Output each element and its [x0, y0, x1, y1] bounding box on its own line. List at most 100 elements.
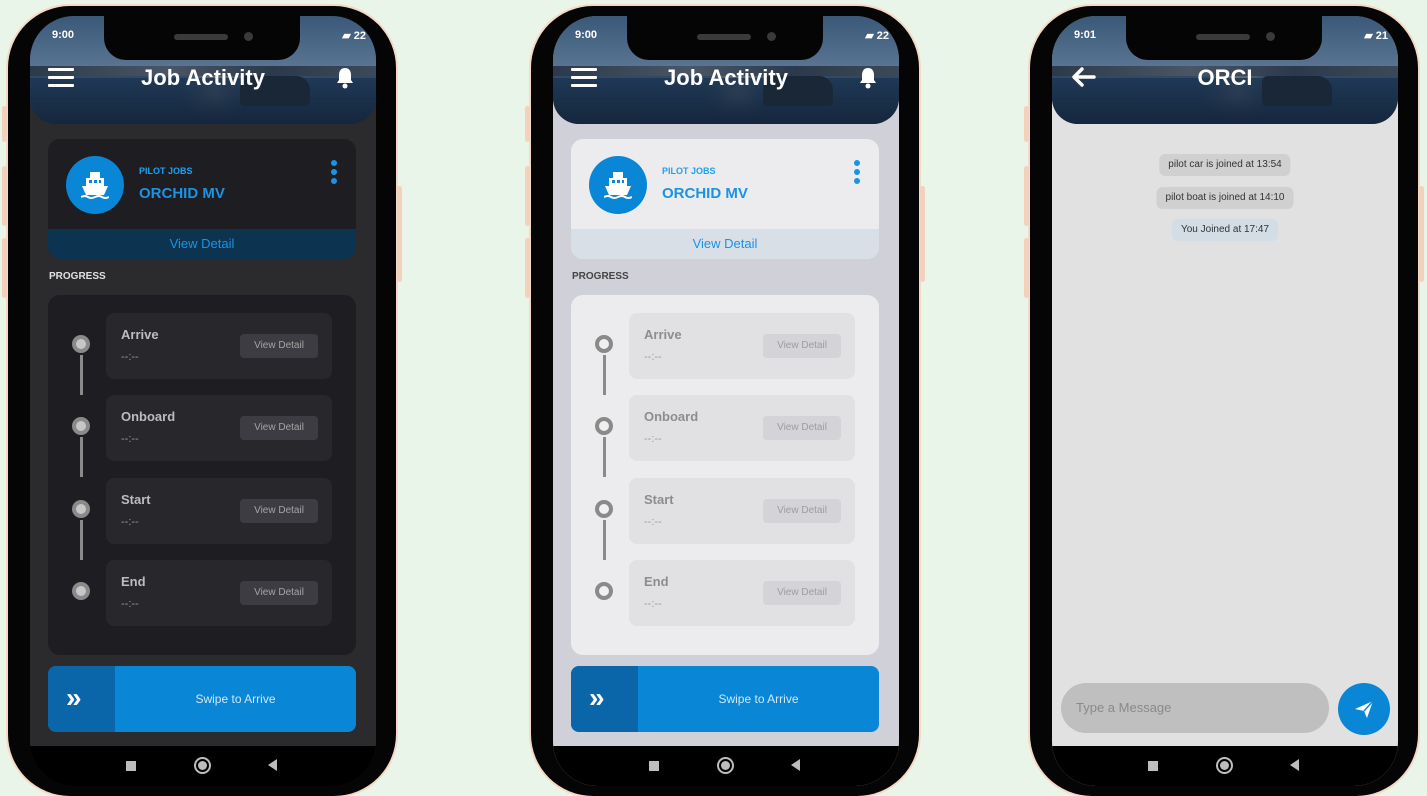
camera-notch [1126, 16, 1322, 60]
bell-icon[interactable] [857, 66, 879, 90]
battery-level: ▰ 22 [865, 30, 889, 42]
more-vert-icon[interactable] [331, 160, 337, 184]
home-icon[interactable] [194, 757, 211, 774]
side-button [1024, 238, 1029, 298]
system-message: pilot boat is joined at 14:10 [1156, 187, 1294, 209]
step-time: --:-- [121, 516, 139, 528]
android-nav-bar [553, 746, 899, 786]
back-icon[interactable] [791, 759, 800, 771]
step-view-detail-button[interactable]: View Detail [763, 416, 841, 440]
android-nav-bar [1052, 746, 1398, 786]
step-time: --:-- [644, 598, 662, 610]
side-button [525, 166, 530, 226]
step-start: Start --:-- View Detail [629, 478, 855, 544]
back-icon[interactable] [268, 759, 277, 771]
side-button [2, 166, 7, 226]
send-button[interactable] [1338, 683, 1390, 735]
recents-icon[interactable] [1148, 761, 1158, 771]
step-time: --:-- [121, 433, 139, 445]
step-dot [72, 500, 90, 518]
swipe-label: Swipe to Arrive [195, 692, 276, 706]
camera-notch [104, 16, 300, 60]
send-icon [1355, 700, 1374, 718]
step-title: Onboard [644, 409, 699, 424]
screen: 9:00 ▰ 22 Job Activity PILOT JOBS ORCHID… [553, 16, 899, 786]
step-view-detail-button[interactable]: View Detail [763, 334, 841, 358]
step-dot [595, 417, 613, 435]
side-button [397, 186, 402, 282]
side-button [2, 106, 7, 142]
android-nav-bar [30, 746, 376, 786]
step-dot [72, 582, 90, 600]
battery-level: ▰ 21 [1364, 30, 1388, 42]
view-detail-button[interactable]: View Detail [48, 229, 356, 259]
side-button [1024, 106, 1029, 142]
swipe-handle[interactable]: » [48, 666, 115, 732]
progress-label: PROGRESS [49, 271, 106, 282]
system-message: You Joined at 17:47 [1171, 219, 1279, 241]
job-category: PILOT JOBS [662, 166, 716, 176]
job-name: ORCHID MV [139, 185, 225, 202]
double-chevron-icon: » [589, 682, 604, 713]
side-button [1419, 186, 1424, 282]
step-view-detail-button[interactable]: View Detail [240, 416, 318, 440]
step-dot [595, 335, 613, 353]
swipe-handle[interactable]: » [571, 666, 638, 732]
page-title: Job Activity [141, 65, 265, 90]
step-time: --:-- [644, 516, 662, 528]
ship-icon [66, 156, 124, 214]
step-time: --:-- [121, 351, 139, 363]
side-button [2, 238, 7, 298]
step-view-detail-button[interactable]: View Detail [240, 581, 318, 605]
step-onboard: Onboard --:-- View Detail [106, 395, 332, 461]
step-title: Start [644, 492, 674, 507]
bell-icon[interactable] [334, 66, 356, 90]
camera-notch [627, 16, 823, 60]
step-view-detail-button[interactable]: View Detail [763, 499, 841, 523]
job-category: PILOT JOBS [139, 166, 193, 176]
home-icon[interactable] [1216, 757, 1233, 774]
step-time: --:-- [644, 433, 662, 445]
step-dot [72, 335, 90, 353]
progress-panel: Arrive --:-- View Detail Onboard --:-- V… [571, 295, 879, 655]
swipe-to-arrive-slider[interactable]: » Swipe to Arrive [571, 666, 879, 732]
swipe-label: Swipe to Arrive [718, 692, 799, 706]
job-name: ORCHID MV [662, 185, 748, 202]
phone-light: 9:00 ▰ 22 Job Activity PILOT JOBS ORCHID… [525, 6, 925, 796]
back-icon[interactable] [1290, 759, 1299, 771]
step-time: --:-- [121, 598, 139, 610]
step-arrive: Arrive --:-- View Detail [106, 313, 332, 379]
step-connector [80, 437, 83, 477]
step-title: End [644, 574, 669, 589]
step-view-detail-button[interactable]: View Detail [763, 581, 841, 605]
step-title: End [121, 574, 146, 589]
job-card[interactable]: PILOT JOBS ORCHID MV View Detail [571, 139, 879, 259]
view-detail-button[interactable]: View Detail [571, 229, 879, 259]
recents-icon[interactable] [126, 761, 136, 771]
step-view-detail-button[interactable]: View Detail [240, 499, 318, 523]
step-connector [80, 520, 83, 560]
step-end: End --:-- View Detail [629, 560, 855, 626]
side-button [525, 238, 530, 298]
home-icon[interactable] [717, 757, 734, 774]
side-button [1024, 166, 1029, 226]
step-view-detail-button[interactable]: View Detail [240, 334, 318, 358]
step-onboard: Onboard --:-- View Detail [629, 395, 855, 461]
step-connector [80, 355, 83, 395]
job-card[interactable]: PILOT JOBS ORCHID MV View Detail [48, 139, 356, 259]
step-title: Arrive [121, 327, 159, 342]
swipe-to-arrive-slider[interactable]: » Swipe to Arrive [48, 666, 356, 732]
message-input[interactable]: Type a Message [1061, 683, 1329, 733]
step-time: --:-- [644, 351, 662, 363]
double-chevron-icon: » [66, 682, 81, 713]
more-vert-icon[interactable] [854, 160, 860, 184]
step-dot [595, 500, 613, 518]
progress-panel: Arrive --:-- View Detail Onboard --:-- V… [48, 295, 356, 655]
step-connector [603, 355, 606, 395]
recents-icon[interactable] [649, 761, 659, 771]
side-button [525, 106, 530, 142]
step-start: Start --:-- View Detail [106, 478, 332, 544]
system-message: pilot car is joined at 13:54 [1159, 154, 1291, 176]
screen: 9:00 ▰ 22 Job Activity PILOT JOBS ORCHID… [30, 16, 376, 786]
step-title: Onboard [121, 409, 176, 424]
